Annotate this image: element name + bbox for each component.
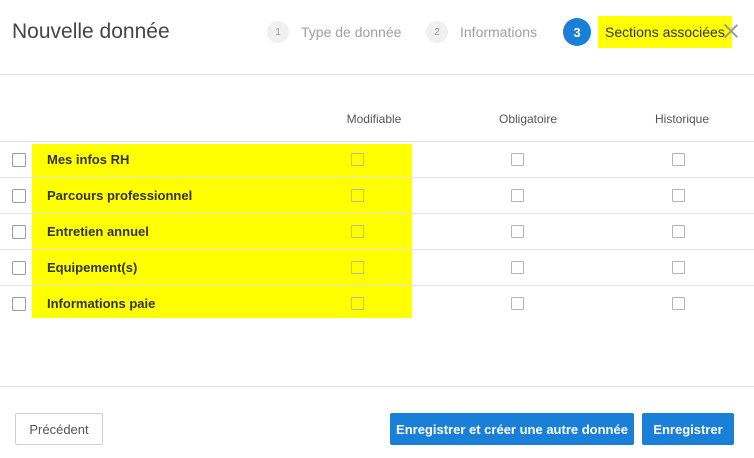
obligatoire-checkbox[interactable] [511,297,524,310]
obligatoire-checkbox[interactable] [511,153,524,166]
modifiable-checkbox[interactable] [351,153,364,166]
historique-checkbox[interactable] [672,261,685,274]
obligatoire-checkbox[interactable] [511,261,524,274]
step-type-de-donnee[interactable]: 1 Type de donnée [267,20,401,44]
column-header-historique: Historique [654,112,710,126]
table-row: Mes infos RH [0,142,754,178]
page-title: Nouvelle donnée [12,20,170,43]
modal-header: Nouvelle donnée 1 Type de donnée 2 Infor… [0,0,754,75]
step-label: Type de donnée [301,24,402,40]
obligatoire-checkbox[interactable] [511,189,524,202]
row-select-checkbox[interactable] [12,189,26,203]
row-label: Equipement(s) [47,260,138,275]
historique-checkbox[interactable] [672,153,685,166]
save-button[interactable]: Enregistrer [642,413,734,445]
modifiable-checkbox[interactable] [351,297,364,310]
table-row: Informations paie [0,286,754,322]
step-number: 3 [563,18,591,46]
table-row: Parcours professionnel [0,178,754,214]
modifiable-checkbox[interactable] [351,261,364,274]
step-number: 1 [267,21,289,43]
step-label: Informations [460,24,538,40]
column-header-modifiable: Modifiable [346,112,402,126]
modifiable-checkbox[interactable] [351,225,364,238]
historique-checkbox[interactable] [672,225,685,238]
historique-checkbox[interactable] [672,297,685,310]
modifiable-checkbox[interactable] [351,189,364,202]
obligatoire-checkbox[interactable] [511,225,524,238]
column-header-obligatoire: Obligatoire [498,112,558,126]
table-row: Equipement(s) [0,250,754,286]
row-select-checkbox[interactable] [12,297,26,311]
previous-button[interactable]: Précédent [15,413,103,445]
step-informations[interactable]: 2 Informations [426,20,537,44]
modal-footer: Précédent Enregistrer et créer une autre… [0,386,754,458]
historique-checkbox[interactable] [672,189,685,202]
row-select-checkbox[interactable] [12,225,26,239]
row-select-checkbox[interactable] [12,153,26,167]
row-select-checkbox[interactable] [12,261,26,275]
step-label: Sections associées [598,16,732,48]
row-label: Parcours professionnel [47,188,193,203]
row-label: Informations paie [47,296,156,311]
row-label: Entretien annuel [47,224,149,239]
step-number: 2 [426,21,448,43]
table-row: Entretien annuel [0,214,754,250]
close-icon[interactable] [720,20,742,42]
save-and-create-another-button[interactable]: Enregistrer et créer une autre donnée [390,413,634,445]
row-label: Mes infos RH [47,152,130,167]
step-sections-associees[interactable]: 3 Sections associées [563,16,732,48]
